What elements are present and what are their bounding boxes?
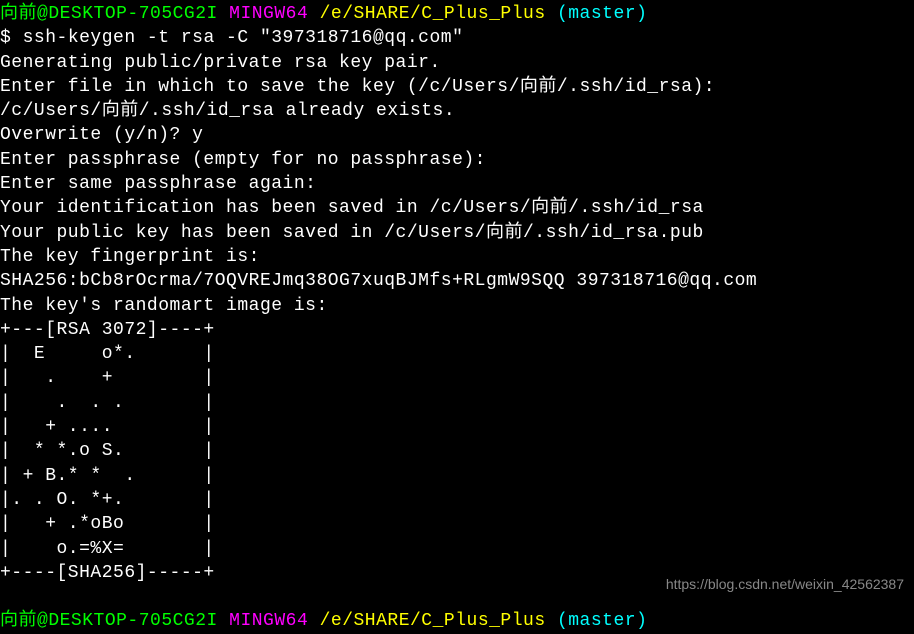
prompt-host: DESKTOP-705CG2I — [48, 611, 218, 631]
command-text: ssh-keygen -t rsa -C "397318716@qq.com" — [23, 28, 464, 48]
prompt-branch: (master) — [557, 611, 647, 631]
output-line: The key's randomart image is: — [0, 296, 328, 316]
output-line: SHA256:bCb8rOcrma/7OQVREJmq38OG7xuqBJMfs… — [0, 271, 757, 291]
output-line: Overwrite (y/n)? y — [0, 125, 203, 145]
prompt-at: @ — [37, 611, 48, 631]
randomart-line: | * *.o S. | — [0, 441, 215, 461]
prompt-line-2: 向前@DESKTOP-705CG2I MINGW64 /e/SHARE/C_Pl… — [0, 611, 647, 631]
randomart-line: | + B.* * . | — [0, 466, 215, 486]
watermark-text: https://blog.csdn.net/weixin_42562387 — [666, 575, 904, 594]
output-line: Your identification has been saved in /c… — [0, 198, 704, 218]
output-line: Your public key has been saved in /c/Use… — [0, 223, 704, 243]
terminal-output[interactable]: 向前@DESKTOP-705CG2I MINGW64 /e/SHARE/C_Pl… — [0, 2, 914, 634]
randomart-line: | . + | — [0, 368, 215, 388]
command-line: $ ssh-keygen -t rsa -C "397318716@qq.com… — [0, 28, 463, 48]
randomart-line: |. . O. *+. | — [0, 490, 215, 510]
output-line: /c/Users/向前/.ssh/id_rsa already exists. — [0, 101, 455, 121]
output-line: The key fingerprint is: — [0, 247, 260, 267]
randomart-line: | E o*. | — [0, 344, 215, 364]
randomart-line: | + .... | — [0, 417, 215, 437]
prompt-user: 向前 — [0, 611, 37, 631]
prompt-shell: MINGW64 — [229, 611, 308, 631]
output-line: Enter passphrase (empty for no passphras… — [0, 150, 486, 170]
randomart-line: +---[RSA 3072]----+ — [0, 320, 215, 340]
prompt-path: /e/SHARE/C_Plus_Plus — [320, 4, 546, 24]
output-line: Enter file in which to save the key (/c/… — [0, 77, 715, 97]
randomart-line: | o.=%X= | — [0, 539, 215, 559]
randomart-line: +----[SHA256]-----+ — [0, 563, 215, 583]
output-line: Enter same passphrase again: — [0, 174, 316, 194]
command-prefix: $ — [0, 28, 23, 48]
prompt-line-1: 向前@DESKTOP-705CG2I MINGW64 /e/SHARE/C_Pl… — [0, 4, 647, 24]
randomart-line: | + .*oBo | — [0, 514, 215, 534]
prompt-at: @ — [37, 4, 48, 24]
output-line: Generating public/private rsa key pair. — [0, 53, 441, 73]
prompt-user: 向前 — [0, 4, 37, 24]
prompt-shell: MINGW64 — [229, 4, 308, 24]
prompt-host: DESKTOP-705CG2I — [48, 4, 218, 24]
randomart-line: | . . . | — [0, 393, 215, 413]
prompt-branch: (master) — [557, 4, 647, 24]
prompt-path: /e/SHARE/C_Plus_Plus — [320, 611, 546, 631]
